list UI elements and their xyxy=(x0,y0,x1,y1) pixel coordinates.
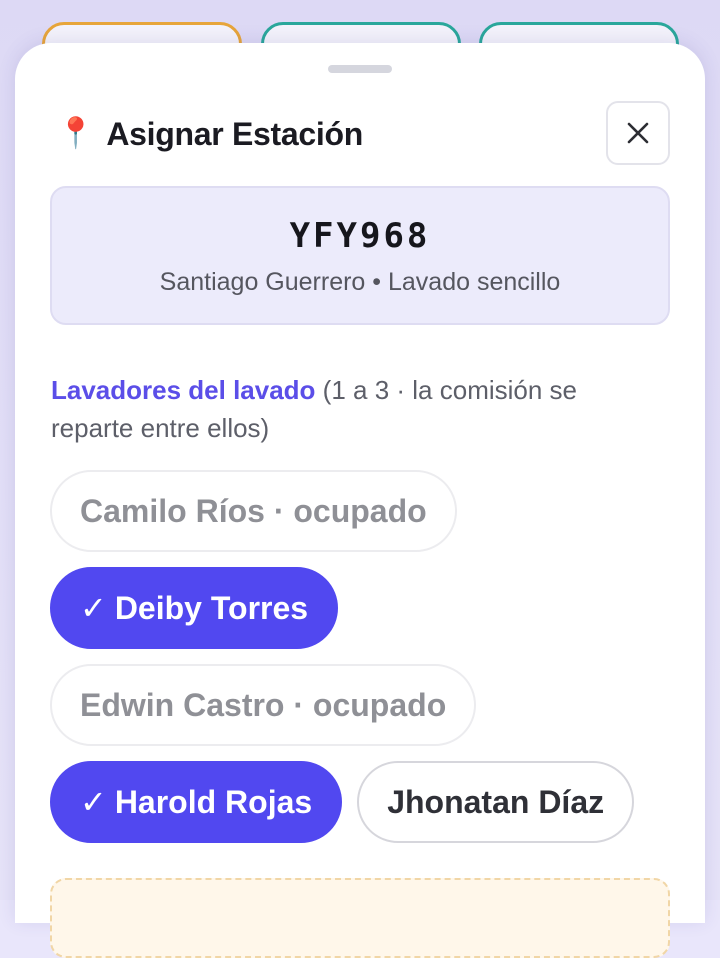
washer-chips: Camilo Ríos · ocupado ✓ Deiby Torres Edw… xyxy=(50,470,690,858)
sheet-title: Asignar Estación xyxy=(106,115,363,152)
washers-label: Lavadores del lavado xyxy=(51,375,316,405)
washer-chip-label: Jhonatan Díaz xyxy=(387,783,605,820)
washer-chip-label: Deiby Torres xyxy=(114,589,309,626)
check-icon: ✓ xyxy=(80,590,107,626)
close-button[interactable] xyxy=(606,101,670,165)
pin-icon: 📍 xyxy=(57,117,95,150)
info-box xyxy=(50,878,670,958)
sheet-header: 📍 Asignar Estación xyxy=(57,113,363,155)
vehicle-subtitle: Santiago Guerrero • Lavado sencillo xyxy=(159,268,561,296)
check-icon: ✓ xyxy=(80,784,107,820)
close-icon xyxy=(627,122,649,144)
washer-chip[interactable]: ✓ Harold Rojas xyxy=(50,761,343,843)
washer-chip-label: Camilo Ríos · ocupado xyxy=(80,492,427,529)
washer-chip[interactable]: ✓ Deiby Torres xyxy=(50,567,339,649)
vehicle-plate: YFY968 xyxy=(289,216,431,256)
washer-chip-label: Edwin Castro · ocupado xyxy=(80,686,447,723)
assign-station-sheet: 📍 Asignar Estación YFY968 Santiago Guerr… xyxy=(15,43,705,958)
washer-chip-label: Harold Rojas xyxy=(114,783,313,820)
vehicle-card: YFY968 Santiago Guerrero • Lavado sencil… xyxy=(50,186,670,325)
washers-section-label: Lavadores del lavado (1 a 3 · la comisió… xyxy=(51,371,651,447)
washer-chip[interactable]: Edwin Castro · ocupado xyxy=(50,664,477,746)
drag-handle[interactable] xyxy=(328,65,392,73)
washer-chip[interactable]: Jhonatan Díaz xyxy=(357,761,635,843)
washer-chip[interactable]: Camilo Ríos · ocupado xyxy=(50,470,457,552)
